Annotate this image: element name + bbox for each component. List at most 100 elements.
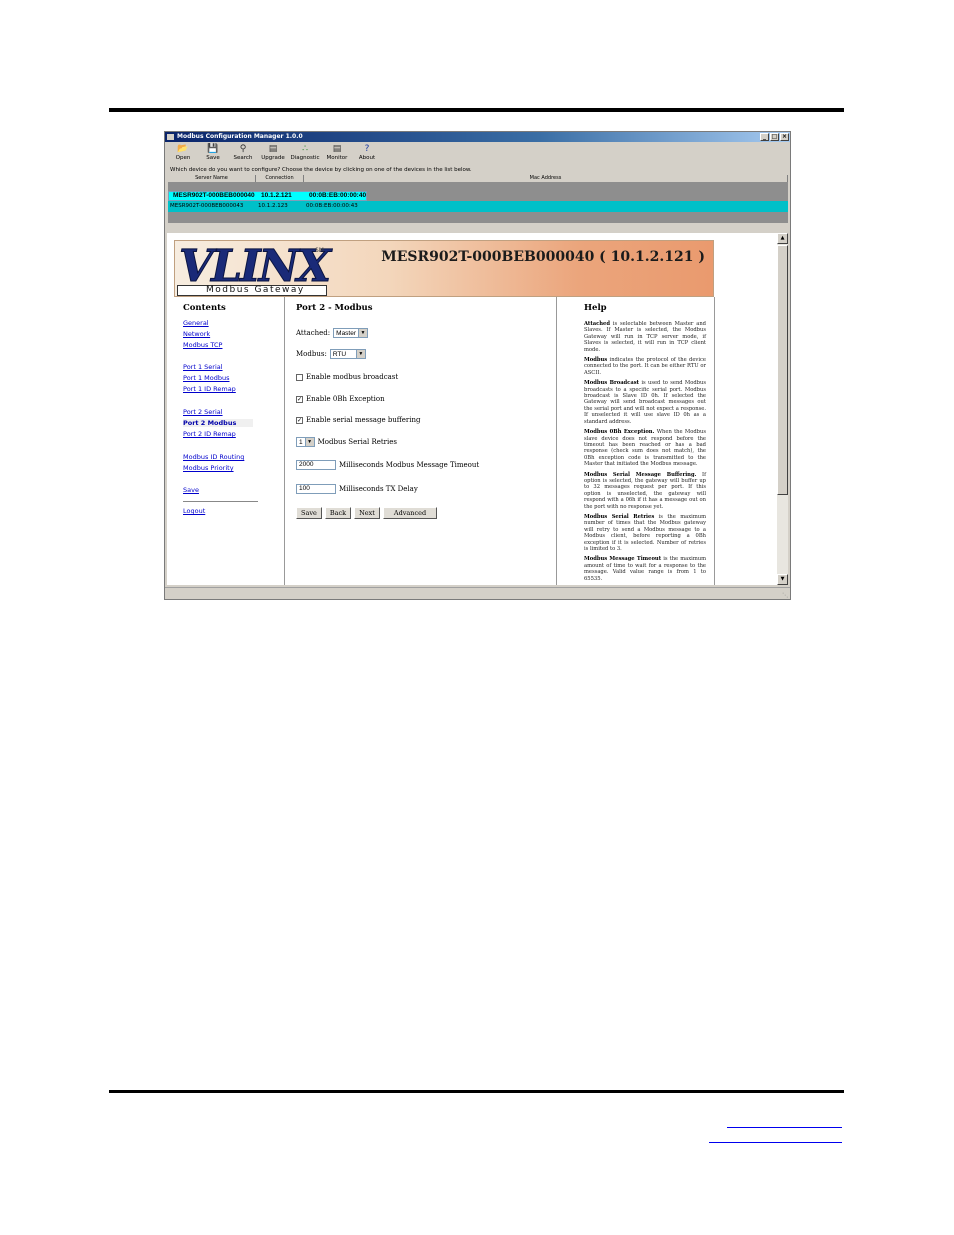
nav-logout[interactable]: Logout <box>183 507 205 515</box>
nav-save[interactable]: Save <box>183 486 199 494</box>
nav-port1-modbus[interactable]: Port 1 Modbus <box>183 374 230 382</box>
device-table-header: Server Name Connection Mac Address <box>168 175 788 182</box>
buffering-label: Enable serial message buffering <box>306 416 421 424</box>
timeout-label: Milliseconds Modbus Message Timeout <box>339 461 480 469</box>
diagnostic-label: Diagnostic <box>290 155 320 161</box>
about-button[interactable]: ? About <box>353 143 381 165</box>
window-title: Modbus Configuration Manager 1.0.0 <box>177 133 303 140</box>
txdelay-label: Milliseconds TX Delay <box>339 485 418 493</box>
logo-trademark: SM <box>315 247 324 254</box>
nav-modbus-priority[interactable]: Modbus Priority <box>183 464 234 472</box>
footer-link-line[interactable] <box>727 1127 842 1128</box>
monitor-label: Monitor <box>326 155 348 161</box>
web-content: VLINX SM Modbus Gateway MESR902T-000BEB0… <box>167 233 777 585</box>
nav-modbus-id-routing[interactable]: Modbus ID Routing <box>183 453 244 461</box>
save-button[interactable]: Save <box>296 507 322 519</box>
exception-row: ✓ Enable 0Bh Exception <box>296 395 385 403</box>
nav-port2-serial[interactable]: Port 2 Serial <box>183 408 223 416</box>
open-folder-icon: 📂 <box>177 144 189 154</box>
search-button[interactable]: ⚲ Search <box>229 143 257 165</box>
vlinx-logo: VLINX <box>178 241 331 292</box>
help-broadcast: Modbus Broadcast is used to send Modbus … <box>584 380 707 425</box>
help-exception: Modbus 0Bh Exception. When the Modbus sl… <box>584 429 706 468</box>
help-buffering: Modbus Serial Message Buffering. If opti… <box>584 471 706 510</box>
txdelay-row: 100 Milliseconds TX Delay <box>296 484 418 494</box>
help-attached: Attached is selectable between Master an… <box>584 321 706 353</box>
app-icon <box>167 134 174 140</box>
device-title: MESR902T-000BEB000040 ( 10.1.2.121 ) <box>381 249 705 265</box>
nav-port2-id-remap[interactable]: Port 2 ID Remap <box>183 430 236 438</box>
monitor-button[interactable]: ▤ Monitor <box>323 143 351 165</box>
device-row[interactable]: MESR902T-000BEB000043 10.1.2.123 00:0B:E… <box>168 201 788 212</box>
retries-select[interactable]: 1 ▼ <box>296 437 315 447</box>
nav-general[interactable]: General <box>183 319 209 327</box>
app-window: Modbus Configuration Manager 1.0.0 _ □ ×… <box>164 131 791 600</box>
close-button[interactable]: × <box>780 133 789 141</box>
toolbar: 📂 Open 💾 Save ⚲ Search ▤ Upgrade ∴ Diagn… <box>165 143 790 165</box>
buffering-checkbox[interactable]: ✓ <box>296 416 303 424</box>
upgrade-button[interactable]: ▤ Upgrade <box>259 143 287 165</box>
nav-network[interactable]: Network <box>183 330 210 338</box>
window-controls: _ □ × <box>760 133 789 141</box>
col-connection[interactable]: Connection <box>256 175 304 182</box>
resize-grip-icon[interactable]: ⋱ <box>782 592 788 599</box>
open-label: Open <box>175 155 191 161</box>
top-rule <box>109 108 844 112</box>
exception-label: Enable 0Bh Exception <box>306 395 385 403</box>
save-toolbar-button[interactable]: 💾 Save <box>199 143 227 165</box>
minimize-button[interactable]: _ <box>760 133 769 141</box>
search-label: Search <box>233 155 253 161</box>
help-icon: ? <box>364 144 370 154</box>
nav-modbus-tcp[interactable]: Modbus TCP <box>183 341 222 349</box>
device-name: MESR902T-000BEB000040 <box>173 192 255 199</box>
status-bar: ⋱ <box>165 587 790 599</box>
exception-checkbox[interactable]: ✓ <box>296 395 303 403</box>
footer-link-line[interactable] <box>709 1142 842 1143</box>
device-mac: 00:0B:EB:00:00:43 <box>306 203 358 209</box>
about-label: About <box>358 155 376 161</box>
device-connection: 10.1.2.123 <box>258 203 288 209</box>
nav-port1-id-remap[interactable]: Port 1 ID Remap <box>183 385 236 393</box>
next-button[interactable]: Next <box>354 507 380 519</box>
open-button[interactable]: 📂 Open <box>169 143 197 165</box>
attached-select[interactable]: Master ▼ <box>333 328 369 338</box>
diagnostic-icon: ∴ <box>302 144 308 154</box>
attached-label: Attached: <box>296 329 331 337</box>
chevron-down-icon: ▼ <box>358 329 368 337</box>
modbus-row: Modbus: RTU ▼ <box>296 349 366 359</box>
nav-divider <box>183 501 258 502</box>
broadcast-row: Enable modbus broadcast <box>296 373 398 381</box>
scroll-down-icon[interactable]: ▼ <box>777 574 788 585</box>
broadcast-checkbox[interactable] <box>296 373 303 381</box>
timeout-input[interactable]: 2000 <box>296 460 336 470</box>
back-button[interactable]: Back <box>324 507 352 519</box>
scroll-thumb[interactable] <box>777 245 788 495</box>
maximize-button[interactable]: □ <box>770 133 779 141</box>
upgrade-icon: ▤ <box>268 144 278 154</box>
vlinx-banner: VLINX SM Modbus Gateway MESR902T-000BEB0… <box>174 240 714 297</box>
txdelay-input[interactable]: 100 <box>296 484 336 494</box>
device-row-selected[interactable]: MESR902T-000BEB000040 10.1.2.121 00:0B:E… <box>168 190 368 201</box>
help-retries: Modbus Serial Retries is the maximum num… <box>584 513 706 552</box>
modbus-value: RTU <box>332 350 347 358</box>
chevron-down-icon: ▼ <box>304 438 314 446</box>
form-buttons: Save Back Next Advanced <box>296 507 438 519</box>
upgrade-label: Upgrade <box>261 155 285 161</box>
retries-row: 1 ▼ Modbus Serial Retries <box>296 437 397 447</box>
scroll-up-icon[interactable]: ▲ <box>777 233 788 244</box>
modbus-label: Modbus: <box>296 350 327 358</box>
vertical-scrollbar[interactable]: ▲ ▼ <box>777 233 788 585</box>
nav-port1-serial[interactable]: Port 1 Serial <box>183 363 223 371</box>
advanced-button[interactable]: Advanced <box>382 507 438 519</box>
help-heading: Help <box>584 303 607 313</box>
col-mac-address[interactable]: Mac Address <box>304 175 788 182</box>
diagnostic-button[interactable]: ∴ Diagnostic <box>289 143 321 165</box>
attached-value: Master <box>336 329 357 337</box>
nav-port2-modbus[interactable]: Port 2 Modbus <box>183 419 253 427</box>
device-connection: 10.1.2.121 <box>261 192 292 199</box>
help-text: Attached is selectable between Master an… <box>584 321 706 585</box>
col-server-name[interactable]: Server Name <box>168 175 256 182</box>
save-label: Save <box>206 155 220 161</box>
modbus-select[interactable]: RTU ▼ <box>329 349 366 359</box>
contents-nav: Contents General Network Modbus TCP Port… <box>174 297 285 585</box>
